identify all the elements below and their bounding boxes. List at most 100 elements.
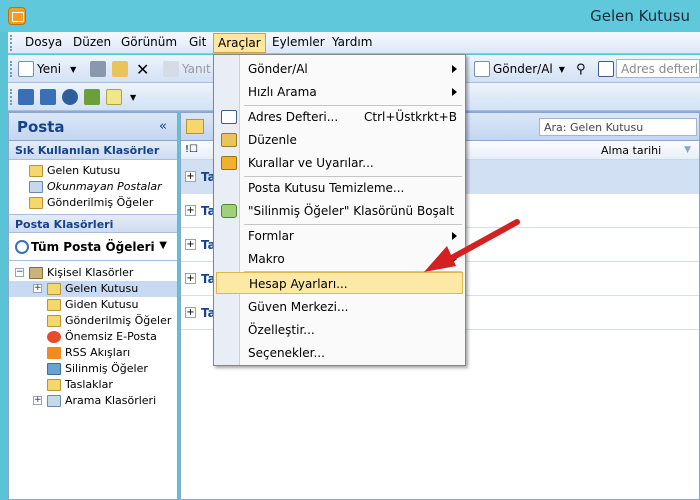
address-book-search[interactable]: Adres defterle [616,59,700,78]
tree-label: Gelen Kutusu [65,282,139,295]
expand-icon[interactable]: + [185,273,196,284]
menu-item-account-settings[interactable]: Hesap Ayarları... [216,272,463,294]
tree-label: Gönderilmiş Öğeler [65,314,172,327]
expand-expander[interactable]: + [33,396,42,405]
favorite-label: Okunmayan Postalar [47,180,162,193]
navigation-pane: Posta « Sık Kullanılan Klasörler Gelen K… [8,112,178,500]
menu-item-trust-center[interactable]: Güven Merkezi... [216,296,463,318]
contacts-button[interactable] [62,88,78,106]
menu-item-label: Makro [248,252,285,266]
menu-eylemler[interactable]: Eylemler [272,35,325,49]
mail-folders-header[interactable]: Posta Klasörleri [9,214,177,233]
inbox-icon [47,283,61,295]
menu-item-instant-search[interactable]: Hızlı Arama [216,81,463,103]
folder-icon [29,197,43,209]
search-icon [15,240,29,254]
tree-label: Taslaklar [65,378,113,391]
toolbar-grip[interactable] [10,61,13,77]
tree-label: Kişisel Klasörler [47,266,134,279]
tree-item-personal-folders[interactable]: − Kişisel Klasörler [9,265,177,281]
tree-label: Giden Kutusu [65,298,139,311]
submenu-arrow-icon [452,232,457,240]
menu-item-empty-deleted[interactable]: "Silinmiş Öğeler" Klasörünü Boşalt [216,200,463,222]
menu-grip[interactable] [10,35,13,51]
rules-icon [221,156,237,170]
new-button-label: Yeni [37,62,62,76]
menu-item-send-receive[interactable]: Gönder/Al [216,58,463,80]
tree-item-outbox[interactable]: Giden Kutusu [9,297,177,313]
menu-item-label: Kurallar ve Uyarılar... [248,156,374,170]
calendar-button[interactable] [40,88,56,106]
menu-item-mailbox-cleanup[interactable]: Posta Kutusu Temizleme... [216,177,463,199]
tree-item-deleted[interactable]: Silinmiş Öğeler [9,361,177,377]
tasks-button[interactable] [84,88,100,106]
move-button[interactable] [112,60,128,78]
tree-item-inbox[interactable]: + Gelen Kutusu [9,281,177,297]
chevron-down-icon[interactable]: ▼ [70,65,76,74]
importance-column[interactable]: !☐ [185,144,198,155]
tree-item-drafts[interactable]: Taslaklar [9,377,177,393]
expand-icon[interactable]: + [185,205,196,216]
collapse-icon[interactable]: « [159,119,167,134]
rss-icon [47,347,61,359]
reply-button[interactable]: Yanıt [163,60,211,78]
menu-yardim[interactable]: Yardım [332,35,372,49]
window-title: Gelen Kutusu [590,7,690,25]
menu-dosya[interactable]: Dosya [25,35,62,49]
menu-git[interactable]: Git [189,35,206,49]
search-input[interactable]: Ara: Gelen Kutusu [539,118,697,136]
menu-item-organize[interactable]: Düzenle [216,129,463,151]
find-button[interactable]: ⚲ [576,60,586,78]
notes-button[interactable] [106,88,122,106]
expand-expander[interactable]: + [33,284,42,293]
sort-descending-icon[interactable]: ▼ [684,145,691,155]
notes-icon [106,89,122,105]
tree-item-rss[interactable]: RSS Akışları [9,345,177,361]
menu-araclar[interactable]: Araçlar [213,33,266,53]
menu-gorunum[interactable]: Görünüm [121,35,177,49]
delete-button[interactable]: ✕ [136,60,149,79]
search-folder-icon [47,395,61,407]
received-date-column[interactable]: Alma tarihi [601,144,661,157]
reply-label: Yanıt [182,62,211,76]
menu-item-label: Seçenekler... [248,346,325,360]
menu-duzen[interactable]: Düzen [73,35,111,49]
tree-label: Arama Klasörleri [65,394,157,407]
mail-button[interactable] [18,88,34,106]
menu-item-macro[interactable]: Makro [216,248,463,270]
tree-item-junk[interactable]: Önemsiz E-Posta [9,329,177,345]
menu-item-rules[interactable]: Kurallar ve Uyarılar... [216,152,463,174]
tree-label: RSS Akışları [65,346,131,359]
expand-icon[interactable]: + [185,239,196,250]
favorite-item[interactable]: Okunmayan Postalar [9,179,177,195]
all-mail-label: Tüm Posta Öğeleri [31,240,155,254]
print-button[interactable] [90,60,106,78]
outlook-app-icon[interactable] [8,7,26,25]
submenu-arrow-icon [452,255,457,263]
favorite-item[interactable]: Gelen Kutusu [9,163,177,179]
menu-item-label: Güven Merkezi... [248,300,349,314]
collapse-expander[interactable]: − [15,268,24,277]
menu-item-customize[interactable]: Özelleştir... [216,319,463,341]
menu-item-label: "Silinmiş Öğeler" Klasörünü Boşalt [248,204,455,218]
menu-bar: Dosya Düzen Görünüm Git Araçlar Eylemler… [8,32,700,54]
send-receive-button[interactable]: Gönder/Al ▼ [474,60,565,78]
menu-item-label: Posta Kutusu Temizleme... [248,181,405,195]
toolbar-options-button[interactable]: ▼ [130,88,136,106]
address-book-button[interactable] [598,60,614,78]
tree-item-search-folders[interactable]: + Arama Klasörleri [9,393,177,409]
menu-item-options[interactable]: Seçenekler... [216,342,463,364]
chevron-down-icon[interactable]: ▼ [559,65,565,74]
expand-icon[interactable]: + [185,307,196,318]
all-mail-selector[interactable]: Tüm Posta Öğeleri ▼ [9,233,177,261]
new-button[interactable]: Yeni ▼ [18,60,76,78]
expand-icon[interactable]: + [185,171,196,182]
favorite-item[interactable]: Gönderilmiş Öğeler [9,195,177,211]
tree-item-sent[interactable]: Gönderilmiş Öğeler [9,313,177,329]
menu-item-address-book[interactable]: Adres Defteri... Ctrl+Üstkrkt+B [216,106,463,128]
nav-title: Posta [17,118,65,136]
favorites-header[interactable]: Sık Kullanılan Klasörler [9,141,177,160]
menu-item-forms[interactable]: Formlar [216,225,463,247]
search-folder-icon [29,181,43,193]
toolbar-grip[interactable] [10,89,13,105]
